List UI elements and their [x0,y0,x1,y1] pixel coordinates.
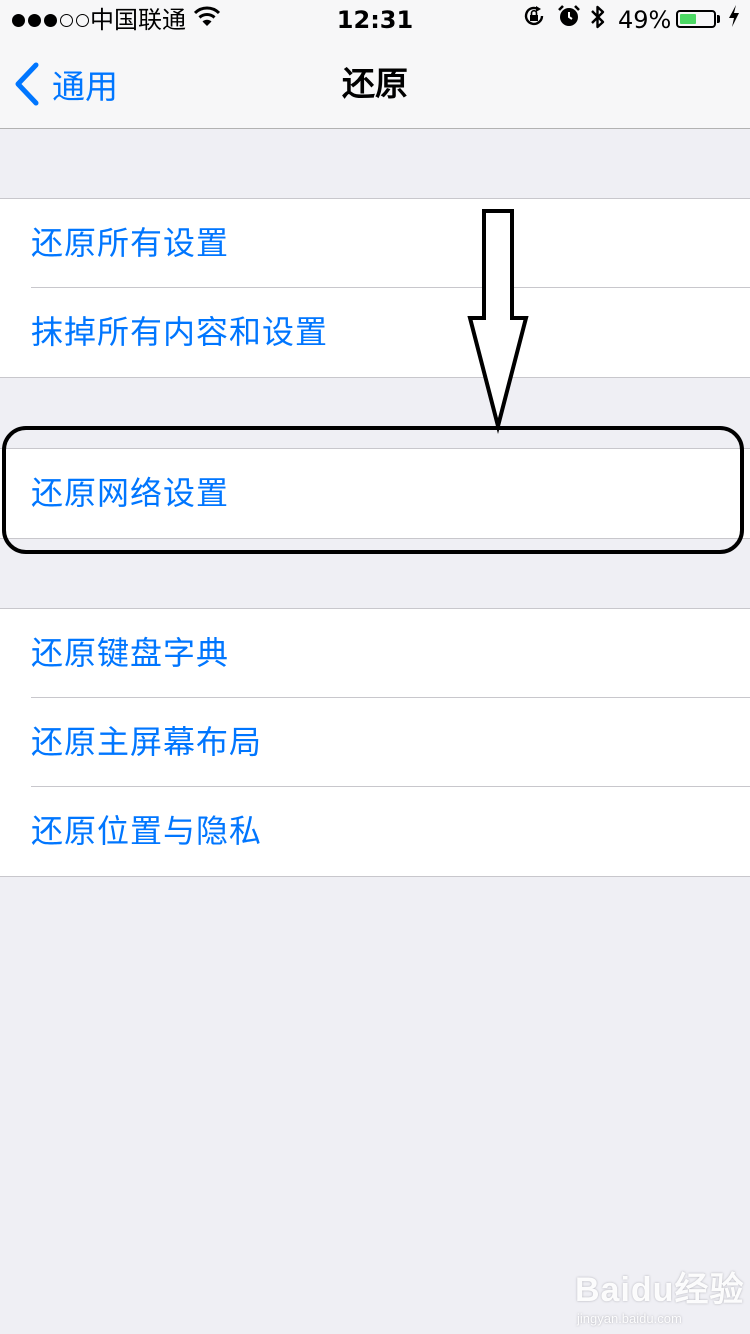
row-label: 还原位置与隐私 [31,812,263,850]
reset-group-general: 还原所有设置 抹掉所有内容和设置 [0,198,750,378]
battery-fill [680,14,696,24]
reset-home-screen-layout-row[interactable]: 还原主屏幕布局 [0,697,750,787]
battery-icon [676,10,716,28]
reset-group-other: 还原键盘字典 还原主屏幕布局 还原位置与隐私 [0,608,750,877]
battery-percent: 49% [618,6,672,34]
status-bar: 中国联通 12:31 49% [0,0,750,40]
reset-location-privacy-row[interactable]: 还原位置与隐私 [0,786,750,876]
row-label: 还原所有设置 [31,224,230,262]
erase-all-content-row[interactable]: 抹掉所有内容和设置 [0,287,750,377]
battery-tip [717,15,720,23]
row-label: 抹掉所有内容和设置 [31,313,329,351]
navigation-bar: 通用 还原 [0,40,750,129]
row-label: 还原网络设置 [31,474,230,512]
row-label: 还原键盘字典 [31,634,230,672]
page-title: 还原 [342,64,408,103]
reset-keyboard-dictionary-row[interactable]: 还原键盘字典 [0,609,750,698]
rotation-lock-icon [522,4,546,36]
reset-all-settings-row[interactable]: 还原所有设置 [0,199,750,288]
watermark-url: jingyan.baidu.com [577,1311,682,1326]
reset-network-settings-row[interactable]: 还原网络设置 [0,449,750,538]
watermark-logo-text: Baidu经验 [575,1271,745,1309]
baidu-watermark: Baidu经验 jingyan.baidu.com [575,1262,745,1326]
row-label: 还原主屏幕布局 [31,723,263,761]
alarm-icon [557,4,581,36]
bluetooth-icon [590,4,606,38]
charging-bolt-icon [728,4,740,36]
reset-group-network: 还原网络设置 [0,448,750,539]
